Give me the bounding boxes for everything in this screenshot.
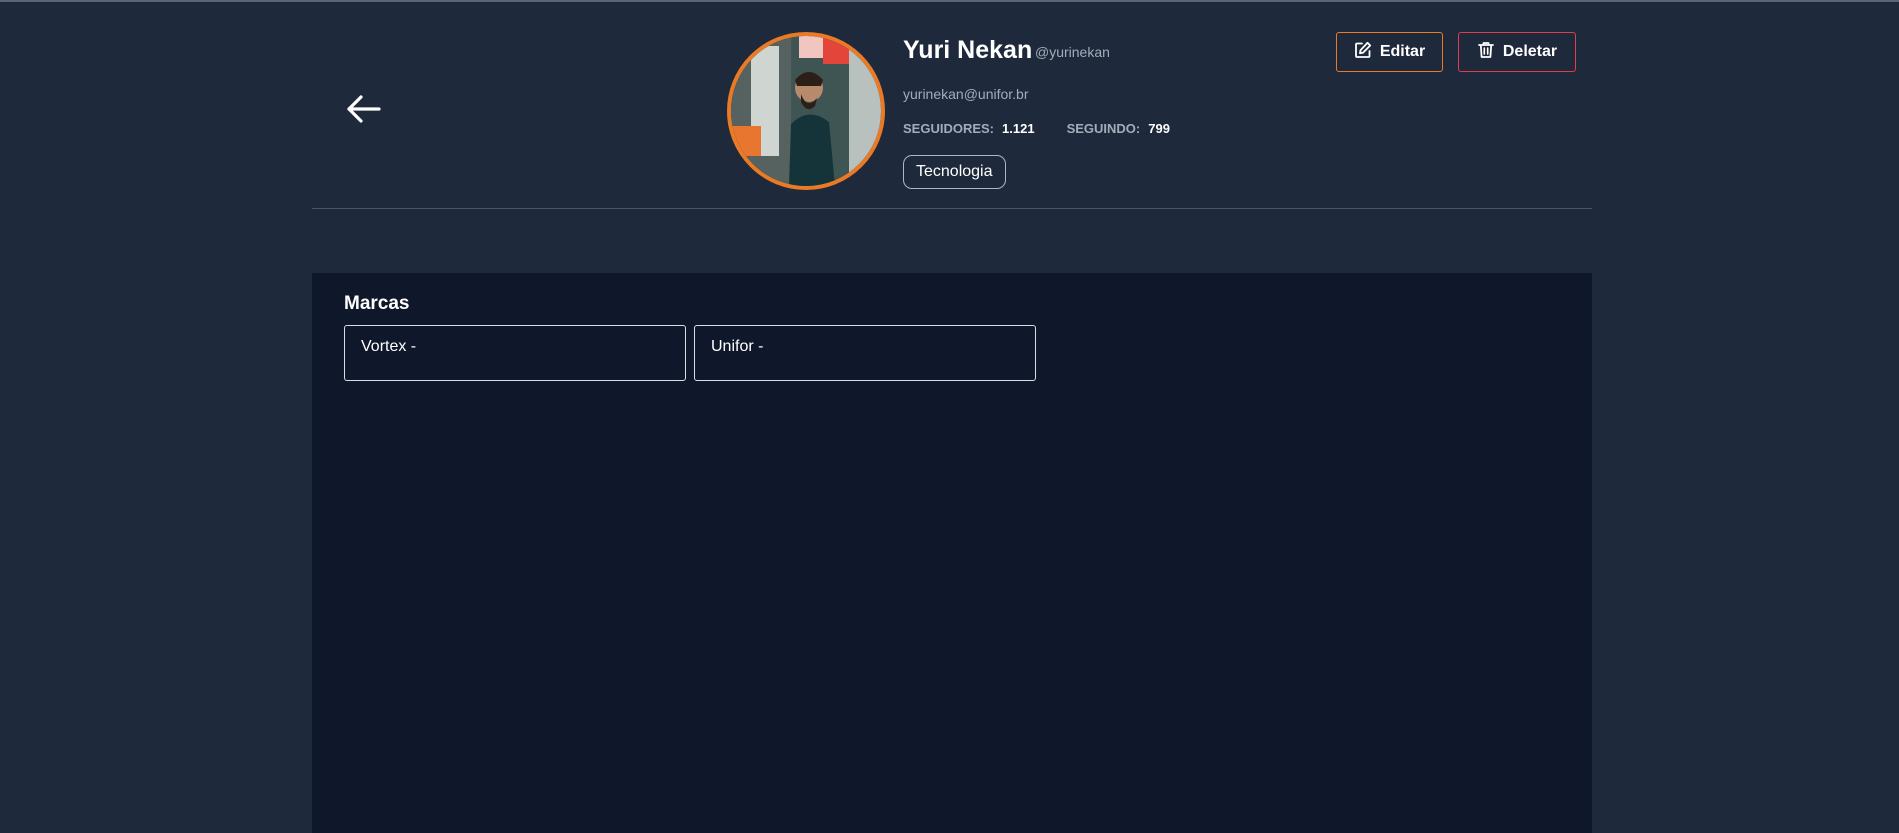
pencil-square-icon bbox=[1354, 41, 1372, 64]
profile-stats: SEGUIDORES: 1.121 SEGUINDO: 799 bbox=[903, 121, 1170, 136]
profile-handle: @yurinekan bbox=[1035, 44, 1110, 60]
following-count: 799 bbox=[1148, 121, 1170, 136]
following-label: SEGUINDO: bbox=[1066, 121, 1141, 136]
arrow-left-icon bbox=[345, 94, 381, 129]
delete-button-label: Deletar bbox=[1502, 43, 1558, 60]
brands-title: Marcas bbox=[344, 293, 410, 314]
brand-card[interactable]: Unifor - bbox=[694, 325, 1036, 381]
brand-card-label: Vortex - bbox=[361, 338, 417, 355]
top-border bbox=[0, 0, 1899, 2]
avatar bbox=[727, 32, 885, 190]
edit-button-label: Editar bbox=[1379, 43, 1426, 60]
profile-email: yurinekan@unifor.br bbox=[903, 86, 1029, 102]
brand-card-label: Unifor - bbox=[711, 338, 764, 355]
brand-card[interactable]: Vortex - bbox=[344, 325, 686, 381]
edit-button[interactable]: Editar bbox=[1336, 32, 1443, 72]
header-divider bbox=[312, 208, 1592, 209]
back-button[interactable] bbox=[343, 94, 383, 128]
followers-label: SEGUIDORES: bbox=[903, 121, 995, 136]
brands-section: Marcas Vortex - Unifor - bbox=[312, 273, 1592, 833]
followers-count: 1.121 bbox=[1002, 121, 1035, 136]
delete-button[interactable]: Deletar bbox=[1458, 32, 1576, 72]
interest-tag[interactable]: Tecnologia bbox=[903, 155, 1006, 189]
profile-name: Yuri Nekan bbox=[903, 36, 1033, 64]
trash-icon bbox=[1477, 41, 1495, 64]
